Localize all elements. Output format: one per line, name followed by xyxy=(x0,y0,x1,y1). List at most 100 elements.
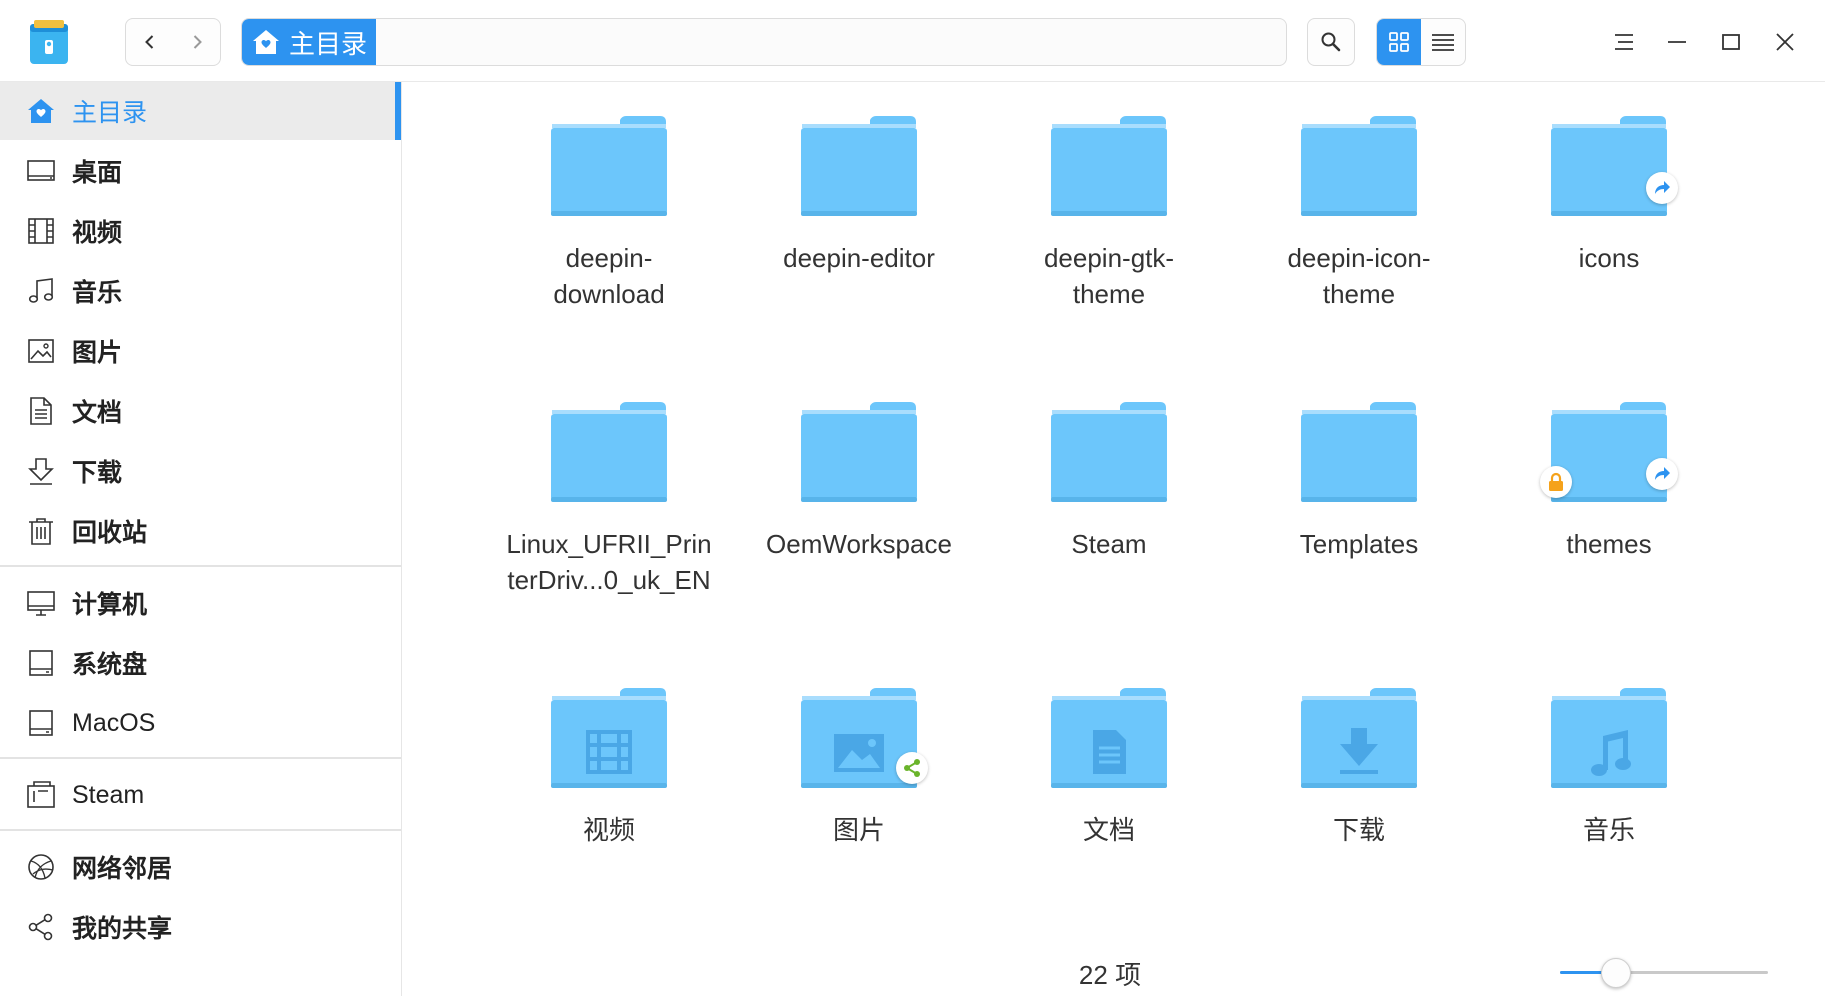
file-item[interactable]: 文档 xyxy=(1004,670,1214,848)
maximize-button[interactable] xyxy=(1711,22,1751,62)
file-item[interactable]: deepin-editor xyxy=(754,98,964,276)
share-icon xyxy=(904,759,920,777)
file-item[interactable]: 视频 xyxy=(504,670,714,848)
sidebar-divider xyxy=(0,565,401,567)
sidebar-divider xyxy=(0,757,401,759)
address-bar[interactable]: 主目录 xyxy=(241,18,1287,66)
file-item[interactable]: Templates xyxy=(1254,384,1464,562)
file-name: Steam xyxy=(1071,529,1147,559)
navigation-buttons xyxy=(125,18,221,66)
steam-icon xyxy=(24,778,58,812)
menu-button[interactable] xyxy=(1604,22,1644,62)
sidebar-item-label: 图片 xyxy=(72,339,123,367)
folder-icon-wrapper xyxy=(800,686,928,790)
sidebar-item-home[interactable]: 主目录 xyxy=(0,82,401,140)
file-item[interactable]: Linux_UFRII_Prin terDriv...0_uk_EN xyxy=(504,384,714,598)
zoom-slider[interactable] xyxy=(1560,955,1768,989)
file-item[interactable]: 音乐 xyxy=(1504,670,1714,848)
minimize-icon xyxy=(1668,41,1686,43)
sidebar-item-desktop[interactable]: 桌面 xyxy=(0,142,401,200)
menu-icon xyxy=(1615,34,1633,50)
chevron-right-icon xyxy=(193,35,202,49)
folder-icon xyxy=(551,116,667,216)
view-mode-toggle xyxy=(1376,18,1466,66)
search-button[interactable] xyxy=(1307,18,1355,66)
document-icon xyxy=(24,394,58,428)
sidebar-item-trash[interactable]: 回收站 xyxy=(0,502,401,560)
sidebar-item-computer[interactable]: 计算机 xyxy=(0,574,401,632)
sidebar-item-system-disk[interactable]: 系统盘 xyxy=(0,634,401,692)
maximize-icon xyxy=(1722,34,1740,50)
trash-icon xyxy=(24,514,58,548)
back-button[interactable] xyxy=(126,19,173,65)
file-name: deepin-gtk- theme xyxy=(1043,243,1175,309)
folder-icon-wrapper xyxy=(1050,114,1168,218)
video-icon xyxy=(24,214,58,248)
sidebar-item-label: 我的共享 xyxy=(72,915,173,943)
sidebar-item-steam[interactable]: Steam xyxy=(0,766,401,824)
breadcrumb-home[interactable]: 主目录 xyxy=(242,19,376,65)
file-manager-icon[interactable] xyxy=(28,18,70,66)
folder-icon xyxy=(1551,116,1667,216)
search-icon xyxy=(1321,32,1341,52)
share-icon xyxy=(24,910,58,944)
sidebar-item-documents[interactable]: 文档 xyxy=(0,382,401,440)
breadcrumb-label: 主目录 xyxy=(289,28,368,59)
sidebar-item-label: 计算机 xyxy=(72,591,148,619)
symlink-icon xyxy=(1655,467,1670,480)
sidebar-item-videos[interactable]: 视频 xyxy=(0,202,401,260)
chevron-left-icon xyxy=(144,35,153,49)
file-name: deepin- download xyxy=(553,243,665,309)
file-item[interactable]: 图片 xyxy=(754,670,964,848)
file-view: deepin- download deepin-editor deepin-gtk-… xyxy=(403,82,1825,996)
folder-icon xyxy=(1301,116,1417,216)
sidebar-item-music[interactable]: 音乐 xyxy=(0,262,401,320)
folder-icon-wrapper xyxy=(550,114,668,218)
file-item[interactable]: deepin- download xyxy=(504,98,714,312)
folder-icon-wrapper xyxy=(800,400,918,504)
file-item[interactable]: themes xyxy=(1504,384,1714,562)
zoom-thumb[interactable] xyxy=(1601,958,1632,988)
item-count: 22 项 xyxy=(1078,960,1142,990)
folder-icon-wrapper xyxy=(1300,400,1418,504)
file-item[interactable]: 下载 xyxy=(1254,670,1464,848)
folder-icon xyxy=(551,402,667,502)
file-item[interactable]: deepin-icon- theme xyxy=(1254,98,1464,312)
folder-icon-wrapper xyxy=(800,114,918,218)
forward-button[interactable] xyxy=(173,19,220,65)
folder-icon xyxy=(1301,402,1417,502)
file-item[interactable]: OemWorkspace xyxy=(754,384,964,562)
file-name: icons xyxy=(1578,243,1640,273)
folder-icon xyxy=(1551,688,1667,788)
list-icon xyxy=(1432,34,1454,51)
folder-icon-wrapper xyxy=(1300,686,1418,790)
sidebar-item-label: 主目录 xyxy=(72,99,148,127)
list-view-button[interactable] xyxy=(1421,19,1465,65)
icon-view-button[interactable] xyxy=(1377,19,1421,65)
folder-icon-wrapper xyxy=(1050,400,1168,504)
minimize-button[interactable] xyxy=(1657,22,1697,62)
file-item[interactable]: deepin-gtk- theme xyxy=(1004,98,1214,312)
share-badge xyxy=(896,752,928,784)
sidebar-item-label: Steam xyxy=(72,780,145,809)
sidebar-item-macos[interactable]: MacOS xyxy=(0,694,401,752)
folder-icon-wrapper xyxy=(1300,114,1418,218)
sidebar: 主目录 桌面 视频 音乐 图片 文档 下载 回收站 计算机 系统盘 MacOS … xyxy=(0,82,402,996)
close-icon xyxy=(1776,33,1794,51)
file-item[interactable]: Steam xyxy=(1004,384,1214,562)
sidebar-item-my-shares[interactable]: 我的共享 xyxy=(0,898,401,956)
sidebar-item-network[interactable]: 网络邻居 xyxy=(0,838,401,896)
close-button[interactable] xyxy=(1765,22,1805,62)
sidebar-item-pictures[interactable]: 图片 xyxy=(0,322,401,380)
file-name: 文档 xyxy=(1082,815,1135,845)
music-icon xyxy=(24,274,58,308)
folder-icon-wrapper xyxy=(550,400,668,504)
folder-icon-wrapper xyxy=(1550,114,1678,218)
file-item[interactable]: icons xyxy=(1504,98,1714,276)
folder-icon xyxy=(1301,688,1417,788)
sidebar-item-label: 回收站 xyxy=(72,519,148,547)
file-name: OemWorkspace xyxy=(766,529,952,559)
sidebar-item-downloads[interactable]: 下载 xyxy=(0,442,401,500)
home-icon xyxy=(253,30,279,54)
folder-icon xyxy=(801,116,917,216)
